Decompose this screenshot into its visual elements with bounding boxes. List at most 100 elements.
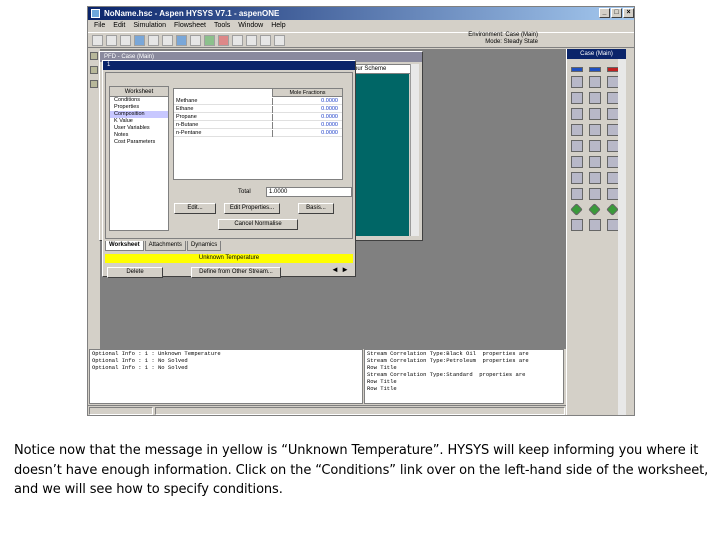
set-icon[interactable]	[589, 172, 601, 184]
nav-item-cost-parameters[interactable]: Cost Parameters	[110, 139, 168, 146]
total-value: 1.0000	[266, 187, 352, 197]
valve-icon[interactable]	[571, 124, 583, 136]
table-row[interactable]: Ethane 0.0000	[174, 106, 342, 113]
basis-button[interactable]: Basis...	[298, 203, 334, 214]
table-row[interactable]: n-Pentane 0.0000	[174, 130, 342, 137]
nav-item-notes[interactable]: Notes	[110, 132, 168, 139]
pfr-icon[interactable]	[589, 156, 601, 168]
grid-icon[interactable]	[162, 34, 173, 46]
trace-line: Row Title	[367, 385, 397, 392]
open-case-icon[interactable]	[106, 34, 117, 46]
nav-item-conditions[interactable]: Conditions	[110, 97, 168, 104]
component-value[interactable]: 0.0000	[321, 122, 338, 129]
pfd-icon[interactable]	[176, 34, 187, 46]
maximize-button[interactable]: □	[611, 8, 622, 18]
tank-icon[interactable]	[589, 76, 601, 88]
trace-window-right[interactable]: Stream Correlation Type:Black Oil proper…	[364, 349, 564, 404]
controller-icon[interactable]	[571, 219, 583, 231]
delete-button[interactable]: Delete	[107, 267, 163, 278]
logic-op-icon[interactable]	[588, 203, 601, 216]
worksheet-tabs: Worksheet Attachments Dynamics	[105, 241, 222, 251]
solver-hold-icon[interactable]	[218, 34, 229, 46]
status-pane	[155, 407, 565, 415]
edit-properties-button[interactable]: Edit Properties...	[224, 203, 280, 214]
component-value[interactable]: 0.0000	[321, 98, 338, 105]
save-case-icon[interactable]	[120, 34, 131, 46]
spreadsheet-icon[interactable]	[571, 188, 583, 200]
nav-item-properties[interactable]: Properties	[110, 104, 168, 111]
help-icon[interactable]	[274, 34, 285, 46]
cooler-icon[interactable]	[589, 92, 601, 104]
column-icon[interactable]	[571, 140, 583, 152]
status-message: Unknown Temperature	[105, 254, 353, 263]
utilities-icon[interactable]	[232, 34, 243, 46]
component-name: Propane	[176, 114, 197, 120]
table-row[interactable]: n-Butane 0.0000	[174, 122, 342, 129]
menu-window[interactable]: Window	[238, 20, 263, 31]
palette-scrollbar[interactable]	[618, 59, 626, 415]
heater-icon[interactable]	[571, 92, 583, 104]
nav-item-user-variables[interactable]: User Variables	[110, 125, 168, 132]
mixer-icon[interactable]	[589, 124, 601, 136]
logic-op-icon[interactable]	[606, 203, 619, 216]
basis-icon[interactable]	[134, 34, 145, 46]
databook-icon[interactable]	[246, 34, 257, 46]
nav-item-composition[interactable]: Composition	[110, 111, 168, 118]
compressor-icon[interactable]	[589, 108, 601, 120]
menu-flowsheet[interactable]: Flowsheet	[174, 20, 206, 31]
trace-line: Optional Info : 1 : No Solved	[92, 364, 188, 371]
component-name: n-Pentane	[176, 130, 202, 136]
pump-icon[interactable]	[571, 108, 583, 120]
table-row[interactable]: Propane 0.0000	[174, 114, 342, 121]
cancel-normalise-button[interactable]: Cancel Normalise	[218, 219, 298, 230]
material-stream-icon[interactable]	[571, 67, 583, 72]
balance-icon[interactable]	[589, 188, 601, 200]
optimizer-icon[interactable]	[190, 34, 201, 46]
notes-icon[interactable]	[260, 34, 271, 46]
trace-line: Row Title	[367, 378, 397, 385]
selector-icon[interactable]	[589, 219, 601, 231]
logic-op-icon[interactable]	[570, 203, 583, 216]
menu-edit[interactable]: Edit	[113, 20, 125, 31]
minimize-button[interactable]: _	[599, 8, 610, 18]
menu-help[interactable]: Help	[271, 20, 285, 31]
trace-window-left[interactable]: Optional Info : 1 : Unknown Temperature …	[89, 349, 363, 404]
tab-attachments[interactable]: Attachments	[144, 241, 186, 251]
menu-tools[interactable]: Tools	[214, 20, 230, 31]
new-case-icon[interactable]	[92, 34, 103, 46]
environment-status: Environment: Case (Main) Mode: Steady St…	[468, 32, 538, 46]
separator-icon[interactable]	[571, 76, 583, 88]
palette-title: Case (Main)	[567, 49, 626, 59]
tab-dynamics[interactable]: Dynamics	[186, 241, 222, 251]
component-value[interactable]: 0.0000	[321, 130, 338, 137]
material-stream-icon[interactable]	[589, 67, 601, 72]
folder-icon[interactable]	[90, 80, 98, 88]
absorber-icon[interactable]	[589, 140, 601, 152]
app-icon	[91, 9, 100, 18]
nav-arrows-icon[interactable]: ◄ ►	[331, 265, 349, 274]
menu-simulation[interactable]: Simulation	[133, 20, 166, 31]
component-value[interactable]: 0.0000	[321, 106, 338, 113]
table-row[interactable]: Methane 0.0000	[174, 98, 342, 105]
pfd-scrollbar[interactable]	[410, 64, 419, 236]
workbook-icon[interactable]	[148, 34, 159, 46]
folder-icon[interactable]	[90, 52, 98, 60]
solver-active-icon[interactable]	[204, 34, 215, 46]
trace-line: Stream Correlation Type:Black Oil proper…	[367, 350, 529, 357]
tab-worksheet[interactable]: Worksheet	[105, 241, 144, 251]
nav-item-k-value[interactable]: K Value	[110, 118, 168, 125]
adjust-icon[interactable]	[571, 172, 583, 184]
trace-line: Optional Info : 1 : No Solved	[92, 357, 188, 364]
reactor-icon[interactable]	[571, 156, 583, 168]
component-name: Methane	[176, 98, 198, 104]
composition-grid: Mole Fractions Methane 0.0000 Ethane 0.0…	[173, 88, 343, 180]
edit-button[interactable]: Edit...	[174, 203, 216, 214]
component-value[interactable]: 0.0000	[321, 114, 338, 121]
folder-icon[interactable]	[90, 66, 98, 74]
close-button[interactable]: ×	[623, 8, 634, 18]
window-titlebar: NoName.hsc - Aspen HYSYS V7.1 - aspenONE…	[88, 7, 634, 20]
component-name: Ethane	[176, 106, 194, 112]
total-label: Total	[238, 189, 251, 195]
menu-file[interactable]: File	[94, 20, 105, 31]
define-from-other-stream-button[interactable]: Define from Other Stream...	[191, 267, 281, 278]
